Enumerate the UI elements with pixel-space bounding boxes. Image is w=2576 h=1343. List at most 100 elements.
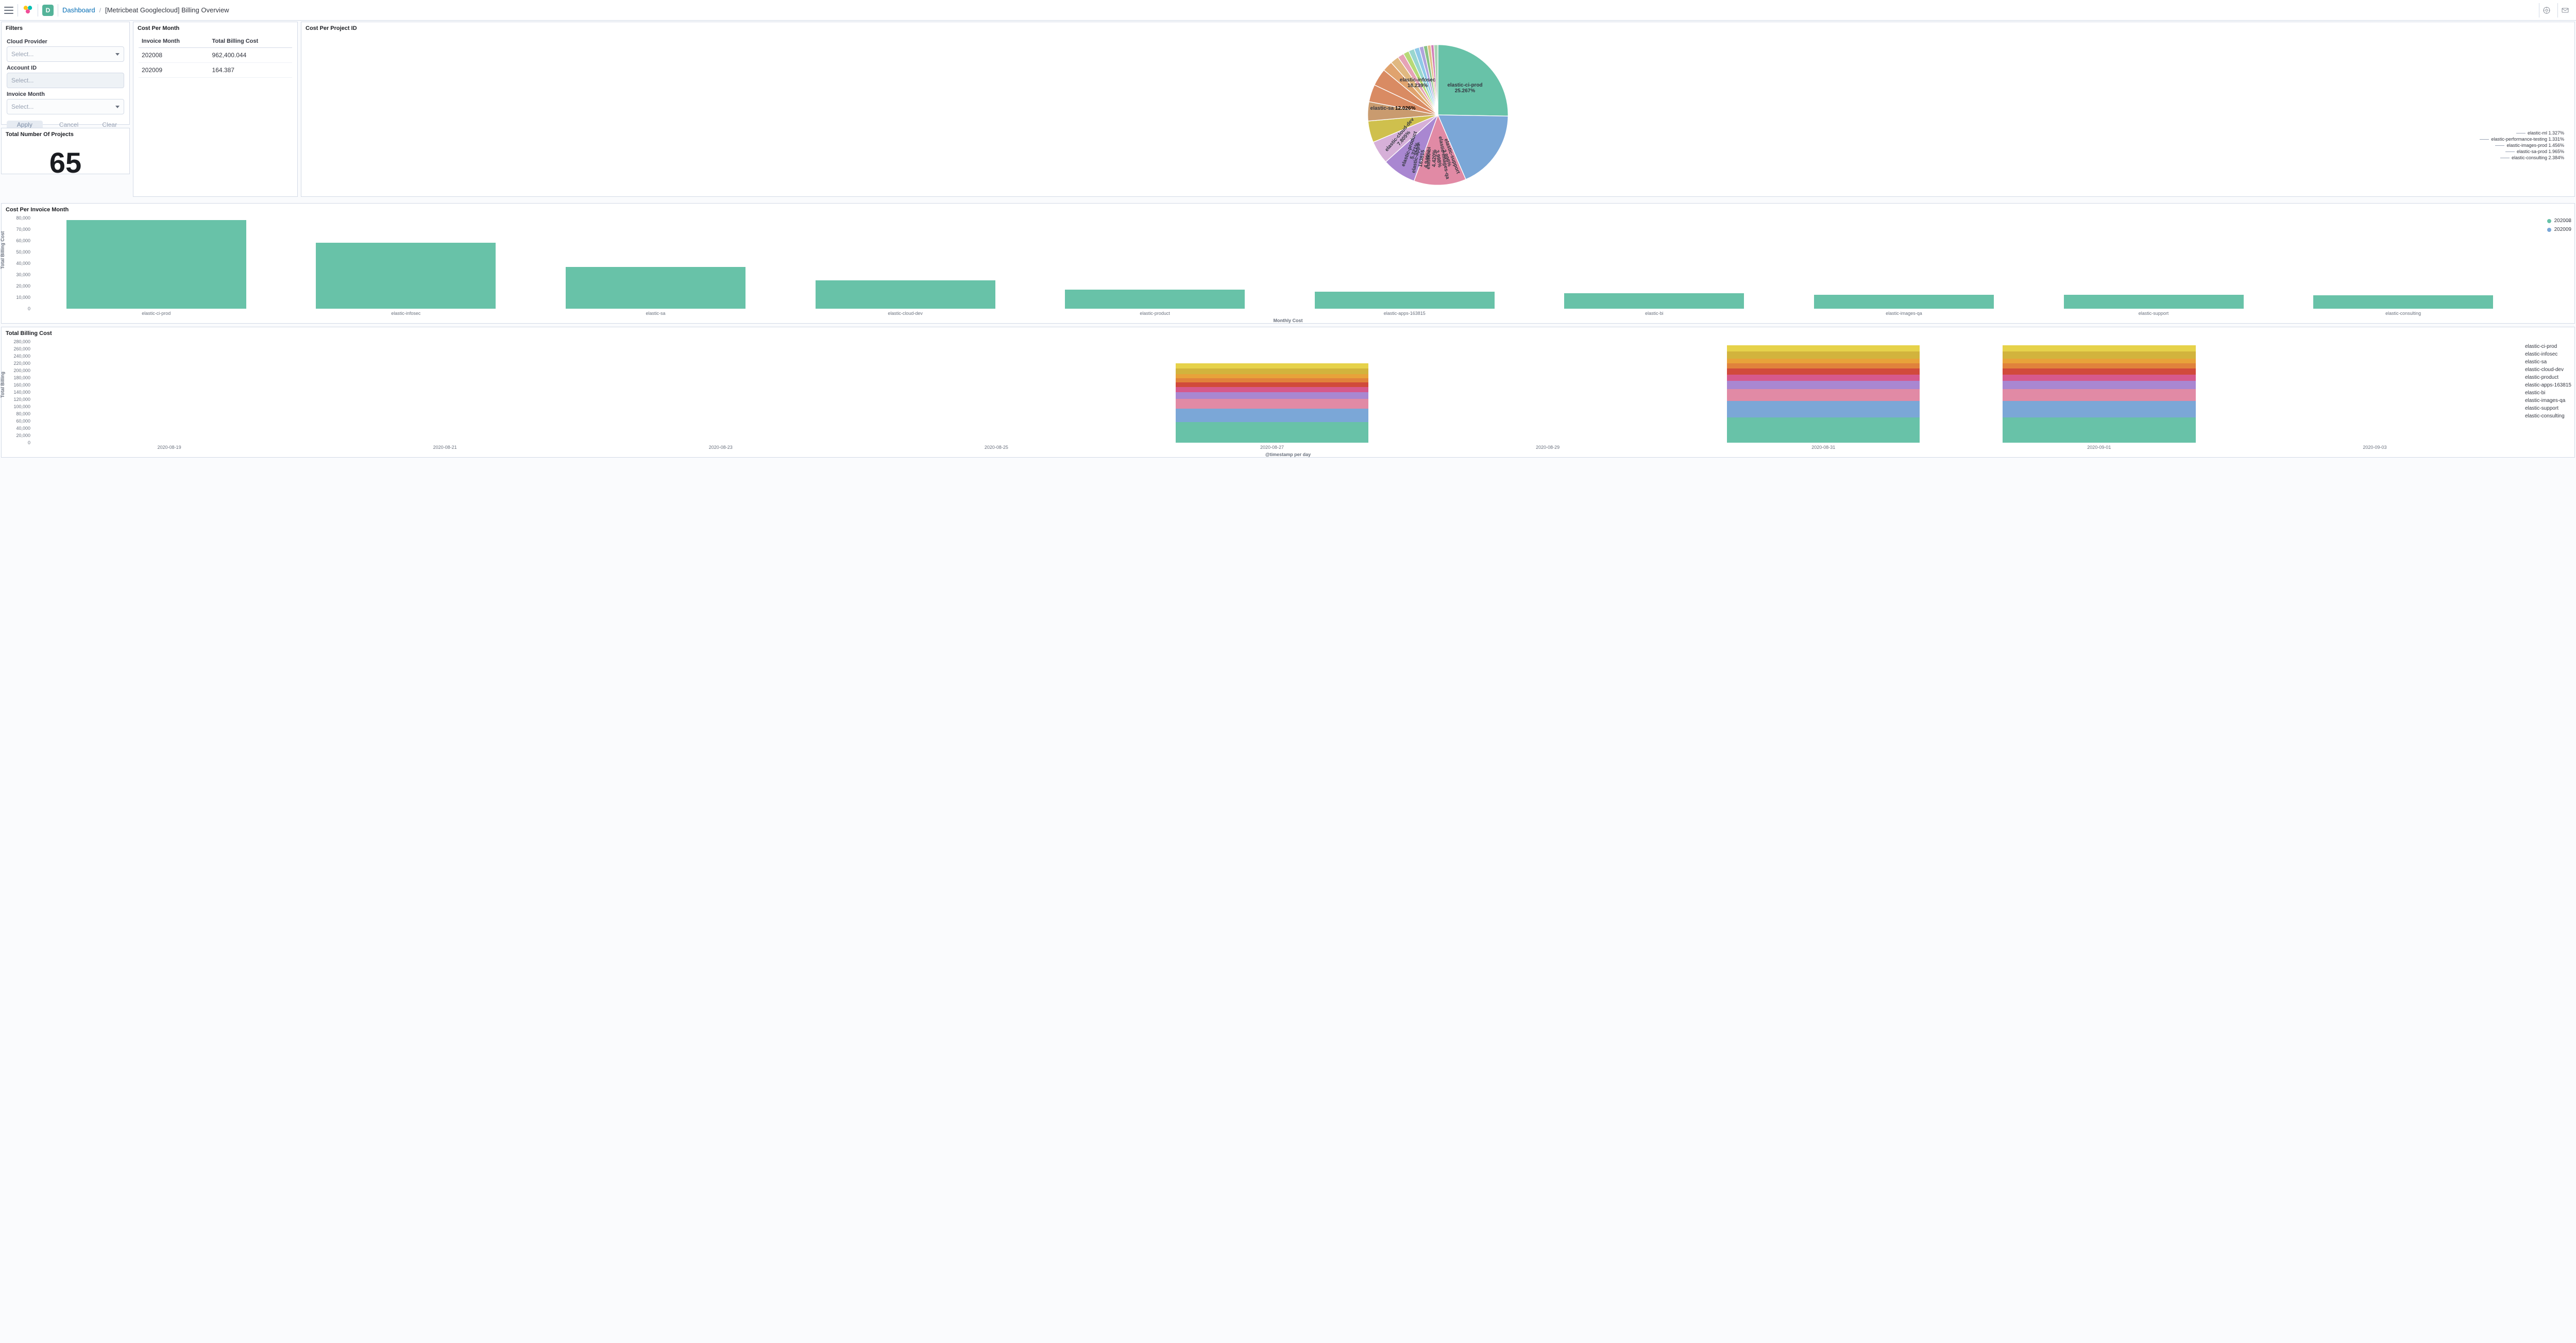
legend-item[interactable]: 202009 [2547, 227, 2571, 232]
y-tick: 120,000 [13, 397, 30, 402]
stack-seg-elastic-images-qa[interactable] [1176, 374, 1369, 378]
stack-seg-elastic-apps-163815[interactable] [2003, 368, 2196, 374]
cost-per-project-pie[interactable]: elastic-ci-prod25.267%elastic-infosec18.… [301, 33, 2574, 196]
stack-col-2020-08-27[interactable] [1176, 363, 1369, 443]
stack-seg-elastic-ci-prod[interactable] [2003, 417, 2196, 443]
cloud-provider-placeholder: Select... [11, 51, 33, 58]
stack-seg-elastic-apps-163815[interactable] [1727, 368, 1920, 374]
stack-seg-elastic-apps-163815[interactable] [1176, 382, 1369, 387]
stack-seg-elastic-sa[interactable] [1727, 389, 1920, 401]
stack-seg-elastic-product[interactable] [1176, 387, 1369, 392]
cost-per-month-table: Invoice Month Total Billing Cost 202008 … [139, 36, 292, 78]
stack-seg-elastic-images-qa[interactable] [2003, 359, 2196, 363]
bar-elastic-infosec[interactable] [316, 243, 496, 309]
y-tick: 160,000 [13, 382, 30, 388]
legend-item[interactable]: elastic-bi [2522, 390, 2571, 396]
stack-seg-elastic-infosec[interactable] [1727, 401, 1920, 417]
stack-seg-elastic-support[interactable] [1176, 368, 1369, 374]
stack-seg-elastic-images-qa[interactable] [1727, 359, 1920, 363]
y-tick: 60,000 [16, 418, 30, 424]
filters-panel: Filters Cloud Provider Select... Account… [1, 22, 130, 125]
elastic-logo-icon[interactable] [22, 4, 33, 16]
legend-item[interactable]: elastic-product [2522, 375, 2571, 380]
table-row[interactable]: 202008 962,400.044 [139, 48, 292, 63]
menu-toggle-icon[interactable] [4, 7, 13, 14]
bar-elastic-cloud-dev[interactable] [816, 280, 995, 309]
y-tick: 30,000 [16, 272, 30, 277]
bar-elastic-product[interactable] [1065, 290, 1245, 309]
topbar: D Dashboard / [Metricbeat Googlecloud] B… [0, 0, 2576, 21]
space-selector[interactable]: D [42, 5, 54, 16]
stack-seg-elastic-consulting[interactable] [2003, 345, 2196, 351]
y-tick: 20,000 [16, 433, 30, 438]
pie-side-label: elastic-performance-testing 1.331% [2480, 137, 2564, 142]
cell-month: 202008 [139, 48, 209, 63]
bar-elastic-apps-163815[interactable] [1315, 292, 1495, 309]
y-tick: 0 [28, 306, 30, 311]
stack-seg-elastic-bi[interactable] [2003, 363, 2196, 368]
stack-seg-elastic-support[interactable] [1727, 351, 1920, 358]
cloud-provider-select[interactable]: Select... [7, 46, 124, 62]
bar-elastic-bi[interactable] [1564, 293, 1744, 309]
stack-seg-elastic-ci-prod[interactable] [1727, 417, 1920, 443]
table-row[interactable]: 202009 164.387 [139, 63, 292, 78]
help-icon[interactable] [2539, 3, 2553, 18]
x-label: 2020-08-29 [1410, 445, 1686, 450]
x-label: elastic-bi [1530, 311, 1780, 316]
bar-elastic-ci-prod[interactable] [66, 220, 246, 309]
mail-icon[interactable] [2557, 3, 2572, 18]
account-id-select[interactable]: Select... [7, 73, 124, 88]
x-label: 2020-09-03 [2237, 445, 2513, 450]
bar-chart[interactable]: ⋯ Total Billing Cost 010,00020,00030,000… [2, 215, 2574, 323]
bar-elastic-images-qa[interactable] [1814, 295, 1994, 309]
stack-seg-elastic-ci-prod[interactable] [1176, 422, 1369, 443]
stacked-chart[interactable]: Total Billing 020,00040,00060,00080,0001… [2, 339, 2574, 457]
stack-seg-elastic-product[interactable] [2003, 375, 2196, 381]
projects-metric-value: 65 [2, 140, 129, 189]
legend-item[interactable]: 202008 [2547, 218, 2571, 224]
cost-per-month-title: Cost Per Month [133, 22, 297, 33]
stack-seg-elastic-cloud-dev[interactable] [1176, 392, 1369, 399]
stack-seg-elastic-infosec[interactable] [1176, 409, 1369, 422]
projects-metric-title: Total Number Of Projects [2, 128, 129, 140]
bar-elastic-sa[interactable] [566, 267, 745, 309]
stack-seg-elastic-bi[interactable] [1176, 378, 1369, 382]
legend-item[interactable]: elastic-ci-prod [2522, 344, 2571, 349]
stack-seg-elastic-sa[interactable] [1176, 399, 1369, 408]
legend-item[interactable]: elastic-images-qa [2522, 398, 2571, 404]
cell-total: 164.387 [209, 63, 292, 78]
pie-slice-elastic-ci-prod[interactable] [1438, 45, 1508, 116]
legend-item[interactable]: elastic-support [2522, 406, 2571, 411]
x-label: 2020-09-01 [1961, 445, 2237, 450]
projects-metric-panel: Total Number Of Projects 65 [1, 128, 130, 174]
stack-seg-elastic-infosec[interactable] [2003, 401, 2196, 417]
x-label: elastic-images-qa [1779, 311, 2029, 316]
pie-side-label: elastic-ml 1.327% [2516, 130, 2564, 136]
invoice-month-select[interactable]: Select... [7, 99, 124, 114]
legend-item[interactable]: elastic-cloud-dev [2522, 367, 2571, 373]
x-label: elastic-apps-163815 [1280, 311, 1530, 316]
stack-col-2020-09-01[interactable] [2003, 345, 2196, 443]
stack-seg-elastic-sa[interactable] [2003, 389, 2196, 401]
stack-seg-elastic-consulting[interactable] [1176, 363, 1369, 368]
stack-seg-elastic-support[interactable] [2003, 351, 2196, 358]
stack-seg-elastic-bi[interactable] [1727, 363, 1920, 368]
stack-seg-elastic-consulting[interactable] [1727, 345, 1920, 351]
y-tick: 40,000 [16, 426, 30, 431]
th-invoice-month[interactable]: Invoice Month [139, 36, 209, 48]
stack-seg-elastic-product[interactable] [1727, 375, 1920, 381]
cost-per-invoice-month-panel: Cost Per Invoice Month ⋯ Total Billing C… [1, 203, 2575, 324]
x-label: elastic-infosec [281, 311, 531, 316]
stack-seg-elastic-cloud-dev[interactable] [2003, 381, 2196, 389]
bar-elastic-consulting[interactable] [2313, 295, 2493, 309]
stack-col-2020-08-31[interactable] [1727, 345, 1920, 443]
legend-item[interactable]: elastic-consulting [2522, 413, 2571, 419]
stack-seg-elastic-cloud-dev[interactable] [1727, 381, 1920, 389]
y-tick: 0 [28, 440, 30, 445]
legend-item[interactable]: elastic-infosec [2522, 351, 2571, 357]
breadcrumb-dashboard[interactable]: Dashboard [62, 6, 95, 14]
th-total-billing[interactable]: Total Billing Cost [209, 36, 292, 48]
legend-item[interactable]: elastic-sa [2522, 359, 2571, 365]
bar-elastic-support[interactable] [2064, 295, 2244, 309]
legend-item[interactable]: elastic-apps-163815 [2522, 382, 2571, 388]
